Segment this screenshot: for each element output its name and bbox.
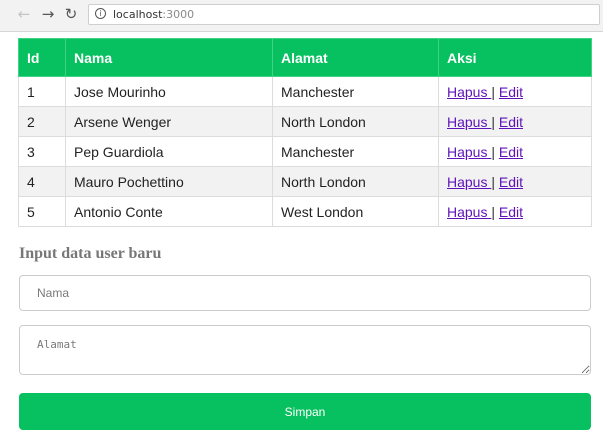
edit-link[interactable]: Edit: [499, 84, 523, 100]
url-host: localhost: [113, 8, 163, 21]
cell-aksi: Hapus | Edit: [438, 76, 592, 107]
table-row: 4 Mauro Pochettino North London Hapus | …: [18, 166, 592, 197]
edit-link[interactable]: Edit: [499, 114, 523, 130]
users-table: Id Nama Alamat Aksi 1 Jose Mourinho Manc…: [18, 38, 592, 227]
cell-id: 2: [18, 106, 66, 137]
hapus-link[interactable]: Hapus: [447, 84, 491, 100]
link-separator: |: [491, 203, 495, 220]
table-row: 5 Antonio Conte West London Hapus | Edit: [18, 196, 592, 227]
reload-button[interactable]: ↻: [61, 4, 81, 24]
table-row: 3 Pep Guardiola Manchester Hapus | Edit: [18, 136, 592, 167]
info-icon[interactable]: i: [95, 8, 106, 19]
url-port: :3000: [162, 8, 195, 21]
cell-id: 3: [18, 136, 66, 167]
browser-toolbar: ← → ↻ i localhost:3000: [0, 0, 603, 32]
cell-alamat: Manchester: [272, 76, 439, 107]
cell-aksi: Hapus | Edit: [438, 106, 592, 137]
cell-id: 1: [18, 76, 66, 107]
alamat-textarea[interactable]: [19, 325, 591, 375]
header-nama: Nama: [65, 38, 273, 77]
link-separator: |: [491, 173, 495, 190]
cell-alamat: North London: [272, 106, 439, 137]
header-aksi: Aksi: [438, 38, 592, 77]
link-separator: |: [491, 83, 495, 100]
hapus-link[interactable]: Hapus: [447, 114, 491, 130]
back-button[interactable]: ←: [14, 4, 34, 24]
hapus-link[interactable]: Hapus: [447, 144, 491, 160]
cell-nama: Jose Mourinho: [65, 76, 273, 107]
form-title: Input data user baru: [19, 245, 162, 262]
cell-alamat: North London: [272, 166, 439, 197]
edit-link[interactable]: Edit: [499, 174, 523, 190]
cell-id: 4: [18, 166, 66, 197]
cell-nama: Pep Guardiola: [65, 136, 273, 167]
edit-link[interactable]: Edit: [499, 144, 523, 160]
cell-nama: Arsene Wenger: [65, 106, 273, 137]
table-row: 2 Arsene Wenger North London Hapus | Edi…: [18, 106, 592, 137]
cell-nama: Antonio Conte: [65, 196, 273, 227]
cell-aksi: Hapus | Edit: [438, 166, 592, 197]
table-row: 1 Jose Mourinho Manchester Hapus | Edit: [18, 76, 592, 107]
header-id: Id: [18, 38, 66, 77]
cell-aksi: Hapus | Edit: [438, 136, 592, 167]
link-separator: |: [491, 113, 495, 130]
hapus-link[interactable]: Hapus: [447, 174, 491, 190]
url-text: localhost:3000: [113, 8, 194, 21]
hapus-link[interactable]: Hapus: [447, 204, 491, 220]
address-bar[interactable]: i localhost:3000: [88, 4, 600, 25]
cell-aksi: Hapus | Edit: [438, 196, 592, 227]
forward-button[interactable]: →: [38, 4, 58, 24]
cell-alamat: West London: [272, 196, 439, 227]
table-header-row: Id Nama Alamat Aksi: [18, 38, 592, 77]
simpan-button[interactable]: Simpan: [19, 393, 591, 430]
cell-nama: Mauro Pochettino: [65, 166, 273, 197]
cell-alamat: Manchester: [272, 136, 439, 167]
link-separator: |: [491, 143, 495, 160]
cell-id: 5: [18, 196, 66, 227]
nama-input[interactable]: [19, 275, 591, 311]
edit-link[interactable]: Edit: [499, 204, 523, 220]
header-alamat: Alamat: [272, 38, 439, 77]
